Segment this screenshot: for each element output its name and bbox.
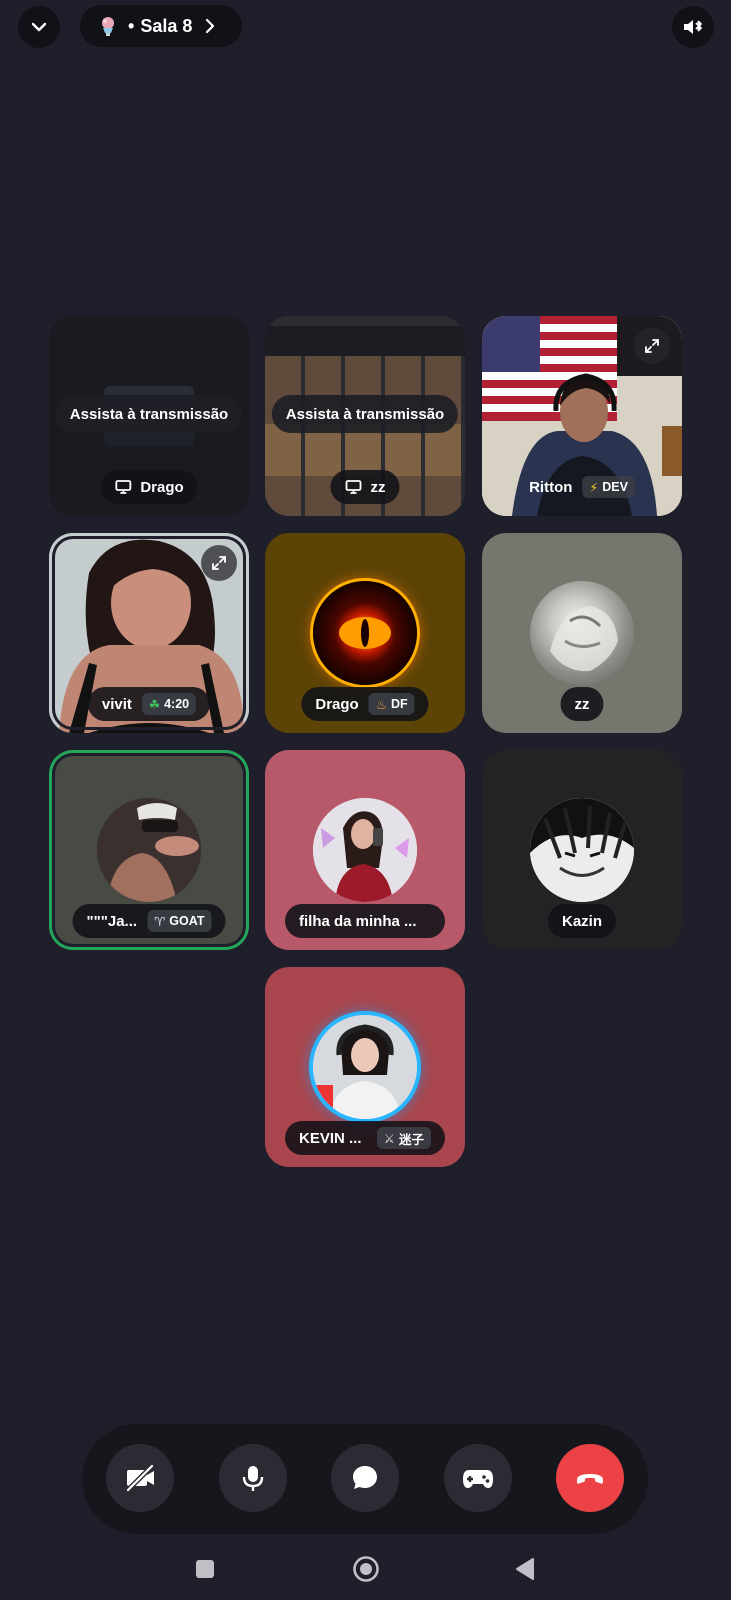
watch-stream-label: Assista à transmissão xyxy=(69,405,229,423)
leaf-icon: ☘ xyxy=(148,697,161,712)
participant-name: Kazin xyxy=(561,912,603,930)
voice-call-screen: • Sala 8 Assista à transmissão Drago Ass… xyxy=(0,0,731,1600)
chat-bubble-icon xyxy=(353,1466,377,1489)
user-tag-label: GOAT xyxy=(169,914,205,928)
participant-nameplate: Kazin xyxy=(547,904,617,938)
participant-name: filha da minha ... xyxy=(299,912,417,930)
call-controls-bar xyxy=(82,1424,648,1534)
camera-off-button[interactable] xyxy=(106,1444,174,1512)
participant-nameplate: """Ja... ♈ GOAT xyxy=(72,904,226,938)
recent-apps-button[interactable] xyxy=(192,1556,218,1582)
participant-avatar xyxy=(313,798,417,902)
avatar-tile[interactable]: Drago ♨ DF xyxy=(265,533,465,733)
participant-nameplate: Drago ♨ DF xyxy=(301,687,429,721)
participant-name: Ritton xyxy=(529,478,573,496)
avatar-tile[interactable]: zz xyxy=(482,533,682,733)
avatar-tile[interactable]: KEVIN ... ⚔ 迷子 xyxy=(265,967,465,1167)
user-tag-badge: ☘ 4:20 xyxy=(141,693,197,715)
participant-name: Drago xyxy=(315,695,359,713)
participant-nameplate: vivit ☘ 4:20 xyxy=(87,687,211,721)
monitor-icon xyxy=(115,480,132,494)
participant-avatar xyxy=(530,581,634,685)
back-button[interactable] xyxy=(512,1556,538,1582)
participant-nameplate: zz xyxy=(560,687,604,721)
camera-off-icon xyxy=(126,1464,154,1492)
sword-icon: ⚔ xyxy=(383,1131,395,1146)
manga-portrait-image xyxy=(530,798,634,902)
avatar-tile[interactable]: """Ja... ♈ GOAT xyxy=(49,750,249,950)
participant-nameplate: zz xyxy=(330,470,400,504)
participant-avatar xyxy=(530,798,634,902)
disconnect-button[interactable] xyxy=(556,1444,624,1512)
channel-title-button[interactable]: • Sala 8 xyxy=(80,5,242,47)
participant-name: KEVIN ... xyxy=(299,1129,362,1147)
stream-tile[interactable]: Assista à transmissão zz xyxy=(265,316,465,516)
participant-avatar xyxy=(313,1015,417,1119)
profile-photo xyxy=(313,1015,417,1119)
avatar-tile[interactable]: filha da minha ... xyxy=(265,750,465,950)
watch-stream-button[interactable]: Assista à transmissão xyxy=(271,395,459,433)
user-tag-badge: ♈ GOAT xyxy=(147,910,212,932)
statue-image xyxy=(550,606,618,672)
user-tag-label: DEV xyxy=(602,480,628,494)
participant-name: zz xyxy=(574,695,590,713)
participant-avatar xyxy=(97,798,201,902)
channel-name: Sala 8 xyxy=(140,15,193,36)
participant-nameplate: Drago xyxy=(100,470,198,504)
fullscreen-button[interactable] xyxy=(201,545,237,581)
lightning-icon: ⚡ xyxy=(589,480,599,495)
collapse-button[interactable] xyxy=(18,6,60,48)
profile-photo xyxy=(97,798,201,902)
phone-hangup-icon xyxy=(577,1474,603,1484)
gamepad-icon xyxy=(463,1470,493,1488)
expand-icon xyxy=(645,339,659,353)
goat-icon: ♈ xyxy=(154,914,166,929)
participant-nameplate: filha da minha ... xyxy=(285,904,445,938)
user-tag-badge: ⚔ 迷子 xyxy=(376,1127,431,1149)
microphone-button[interactable] xyxy=(219,1444,287,1512)
watch-stream-button[interactable]: Assista à transmissão xyxy=(55,395,243,433)
video-tile[interactable]: vivit ☘ 4:20 xyxy=(49,533,249,733)
activities-button[interactable] xyxy=(444,1444,512,1512)
chat-button[interactable] xyxy=(331,1444,399,1512)
video-tile[interactable]: Ritton ⚡ DEV xyxy=(482,316,682,516)
speaker-bluetooth-icon xyxy=(684,20,702,34)
participant-name: zz xyxy=(370,478,386,496)
user-tag-label: 迷子 xyxy=(398,1132,424,1147)
chevron-down-icon xyxy=(31,22,47,32)
microphone-icon xyxy=(242,1466,264,1491)
dragon-eye-image xyxy=(339,617,391,649)
square-icon xyxy=(196,1560,214,1578)
watch-stream-label: Assista à transmissão xyxy=(285,405,445,423)
participant-nameplate: KEVIN ... ⚔ 迷子 xyxy=(285,1121,445,1155)
fire-icon: ♨ xyxy=(375,697,387,712)
fullscreen-button[interactable] xyxy=(634,328,670,364)
user-tag-label: 4:20 xyxy=(164,697,190,711)
profile-photo xyxy=(313,798,417,902)
participant-name: vivit xyxy=(101,695,132,713)
participant-name: """Ja... xyxy=(86,912,138,930)
channel-separator: • xyxy=(128,15,135,36)
back-triangle-icon xyxy=(516,1558,534,1580)
home-circle-icon xyxy=(353,1556,379,1582)
avatar-tile[interactable]: Kazin xyxy=(482,750,682,950)
audio-output-button[interactable] xyxy=(672,6,714,48)
participant-avatar xyxy=(313,581,417,685)
monitor-icon xyxy=(345,480,362,494)
user-tag-label: DF xyxy=(390,697,408,711)
stream-tile[interactable]: Assista à transmissão Drago xyxy=(49,316,249,516)
user-tag-badge: ⚡ DEV xyxy=(582,476,635,498)
home-button[interactable] xyxy=(350,1553,382,1585)
ice-cream-icon xyxy=(102,17,114,36)
expand-icon xyxy=(212,556,226,570)
user-tag-badge: ♨ DF xyxy=(368,693,415,715)
participant-name: Drago xyxy=(140,478,184,496)
chevron-right-icon xyxy=(206,18,215,34)
participant-nameplate: Ritton ⚡ DEV xyxy=(515,470,649,504)
